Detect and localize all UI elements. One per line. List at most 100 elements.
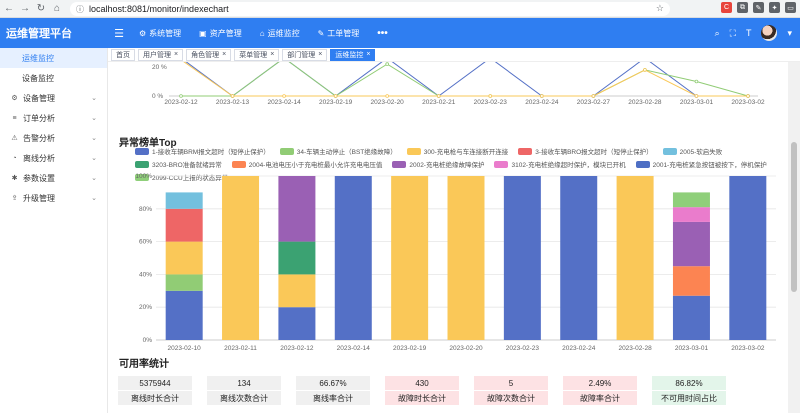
- address-bar[interactable]: ⓘ localhost:8081/monitor/indexechart ☆: [70, 2, 670, 16]
- availability-section-title: 可用率统计: [119, 359, 169, 370]
- legend-item[interactable]: 3203-BRO准备就绪异常: [135, 159, 222, 169]
- sidebar-icon: ⚠: [11, 135, 18, 142]
- edit-icon[interactable]: ✎: [753, 2, 764, 13]
- bar-y-tick: 40%: [139, 271, 152, 278]
- reload-icon[interactable]: ↻: [34, 2, 48, 16]
- bar-segment[interactable]: [165, 192, 203, 209]
- bar-segment[interactable]: [729, 176, 767, 340]
- sidebar-item-5[interactable]: ◔ 离线分析 ⌄: [0, 148, 107, 168]
- legend-item[interactable]: 2004-电池电压小于充电桩最小允许充电电压值: [231, 159, 382, 169]
- bar-segment[interactable]: [165, 274, 203, 291]
- bar-segment[interactable]: [165, 290, 203, 340]
- stat-card: 430 故障时长合计: [385, 376, 459, 405]
- legend-swatch: [135, 160, 149, 168]
- line-x-tick: 2023-03-02: [731, 99, 765, 106]
- bar-segment[interactable]: [165, 241, 203, 275]
- topnav-item-1[interactable]: ▣ 资产管理: [190, 18, 251, 48]
- line-x-tick: 2023-02-14: [267, 99, 301, 106]
- legend-item[interactable]: 1-接收车辆BRM报文超时（短停止保护）: [135, 146, 270, 156]
- bookmark-star-icon[interactable]: ☆: [656, 3, 664, 14]
- chevron-down-icon[interactable]: ▾: [787, 28, 792, 39]
- bar-segment[interactable]: [334, 176, 372, 340]
- sidebar-item-3[interactable]: ≡ 订单分析 ⌄: [0, 108, 107, 128]
- bar-x-tick: 2023-03-02: [731, 345, 765, 352]
- tab-3[interactable]: 菜单管理 ×: [234, 48, 280, 61]
- sidebar-item-2[interactable]: ⚙ 设备管理 ⌄: [0, 88, 107, 108]
- sidebar-item-6[interactable]: ✱ 参数设置 ⌄: [0, 168, 107, 188]
- bar-x-tick: 2023-02-19: [393, 345, 427, 352]
- bar-segment[interactable]: [672, 192, 710, 208]
- sidebar-item-label: 订单分析: [23, 113, 55, 123]
- puzzle-icon[interactable]: ✦: [769, 2, 780, 13]
- legend-item[interactable]: 3-接收车辆BRO报文超时（短停止保护）: [518, 146, 653, 156]
- sidebar-item-label: 参数设置: [23, 173, 55, 183]
- copy-icon[interactable]: ⧉: [737, 2, 748, 13]
- legend-item[interactable]: 3102-充电桩绝缘超时保护，模块已开机: [494, 159, 626, 169]
- bar-segment[interactable]: [503, 176, 541, 340]
- sidebar-icon: ⚙: [11, 95, 18, 102]
- bar-segment[interactable]: [447, 176, 485, 340]
- bar-segment[interactable]: [222, 176, 260, 340]
- line-chart: 20 % 0 %2023-02-12 2023-02-13 2023-02-14 202…: [152, 62, 765, 106]
- topnav-item-3[interactable]: ✎ 工单管理: [309, 18, 369, 48]
- bar-x-tick: 2023-03-01: [675, 345, 709, 352]
- bar-segment[interactable]: [278, 274, 316, 308]
- topnav-item-2[interactable]: ⌂ 运维监控: [251, 18, 309, 48]
- tab-label: 菜单管理: [239, 51, 268, 59]
- tab-1[interactable]: 用户管理 ×: [138, 48, 184, 61]
- bar-segment[interactable]: [560, 176, 598, 340]
- stat-label: 故障次数合计: [474, 391, 548, 405]
- sidebar-item-7[interactable]: ⇪ 升级管理 ⌄: [0, 188, 107, 208]
- fullscreen-icon[interactable]: ⛶: [730, 28, 736, 39]
- c-extension-icon[interactable]: C: [721, 2, 732, 13]
- bar-segment[interactable]: [672, 266, 710, 296]
- chevron-down-icon: ⌄: [91, 95, 97, 102]
- bar-segment[interactable]: [278, 176, 316, 242]
- stat-label: 离线时长合计: [118, 391, 192, 405]
- bar-segment[interactable]: [616, 176, 654, 340]
- forward-icon[interactable]: →: [18, 2, 32, 16]
- sidebar-item-4[interactable]: ⚠ 告警分析 ⌄: [0, 128, 107, 148]
- user-avatar[interactable]: [761, 25, 778, 41]
- close-icon[interactable]: ×: [366, 51, 370, 58]
- close-icon[interactable]: ×: [174, 51, 178, 58]
- legend-item[interactable]: 34-车辆主动停止（BST绝缘故障）: [279, 146, 397, 156]
- close-icon[interactable]: ×: [270, 51, 274, 58]
- legend-item[interactable]: 2001-充电桩紧急按钮被按下，停机保护: [635, 159, 767, 169]
- home-icon[interactable]: ⌂: [50, 2, 64, 16]
- bar-segment[interactable]: [391, 176, 429, 340]
- scrollbar-thumb[interactable]: [791, 142, 797, 292]
- bar-segment[interactable]: [278, 307, 316, 340]
- tab-4[interactable]: 部门管理 ×: [282, 48, 328, 61]
- close-icon[interactable]: ×: [222, 51, 226, 58]
- sidebar-item-0[interactable]: 运维监控: [0, 48, 107, 68]
- font-size-icon[interactable]: T: [746, 28, 752, 38]
- legend-label: 34-车辆主动停止（BST绝缘故障）: [296, 149, 397, 156]
- legend-item[interactable]: 300-充电枪与车连接断开连接: [406, 146, 508, 156]
- bar-y-tick: 80%: [139, 206, 152, 213]
- menu-toggle-icon[interactable]: ☰: [108, 27, 130, 40]
- bar-segment[interactable]: [278, 241, 316, 275]
- tab-5[interactable]: 运维监控 ×: [330, 48, 376, 61]
- legend-swatch: [662, 147, 677, 155]
- bar-segment[interactable]: [672, 221, 710, 267]
- close-icon[interactable]: ×: [318, 51, 322, 58]
- bar-x-tick: 2023-02-23: [506, 345, 540, 352]
- bar-segment[interactable]: [672, 207, 710, 222]
- window-icon[interactable]: ▭: [785, 2, 796, 13]
- legend-item[interactable]: 2005-软启失败: [662, 146, 722, 156]
- back-icon[interactable]: ←: [2, 2, 16, 16]
- search-icon[interactable]: ⌕: [715, 28, 720, 39]
- topnav-item-0[interactable]: ⚙ 系统管理: [130, 18, 190, 48]
- sidebar-item-1[interactable]: 设备监控: [0, 68, 107, 88]
- line-x-tick: 2023-02-23: [474, 99, 508, 106]
- bar-segment[interactable]: [672, 295, 710, 340]
- legend-item[interactable]: 2002-充电桩绝缘故障保护: [392, 159, 484, 169]
- tab-0[interactable]: 首页: [111, 48, 135, 61]
- bar-segment[interactable]: [165, 208, 203, 242]
- stacked-bar-chart: 0% 20% 40% 60% 80% 100% 2023-02-10 2023-02-11 20…: [135, 173, 776, 352]
- page-scrollbar[interactable]: [788, 62, 800, 413]
- bar-x-tick: 2023-02-20: [449, 345, 483, 352]
- more-menu-icon[interactable]: •••: [368, 18, 397, 48]
- tab-2[interactable]: 角色管理 ×: [186, 48, 232, 61]
